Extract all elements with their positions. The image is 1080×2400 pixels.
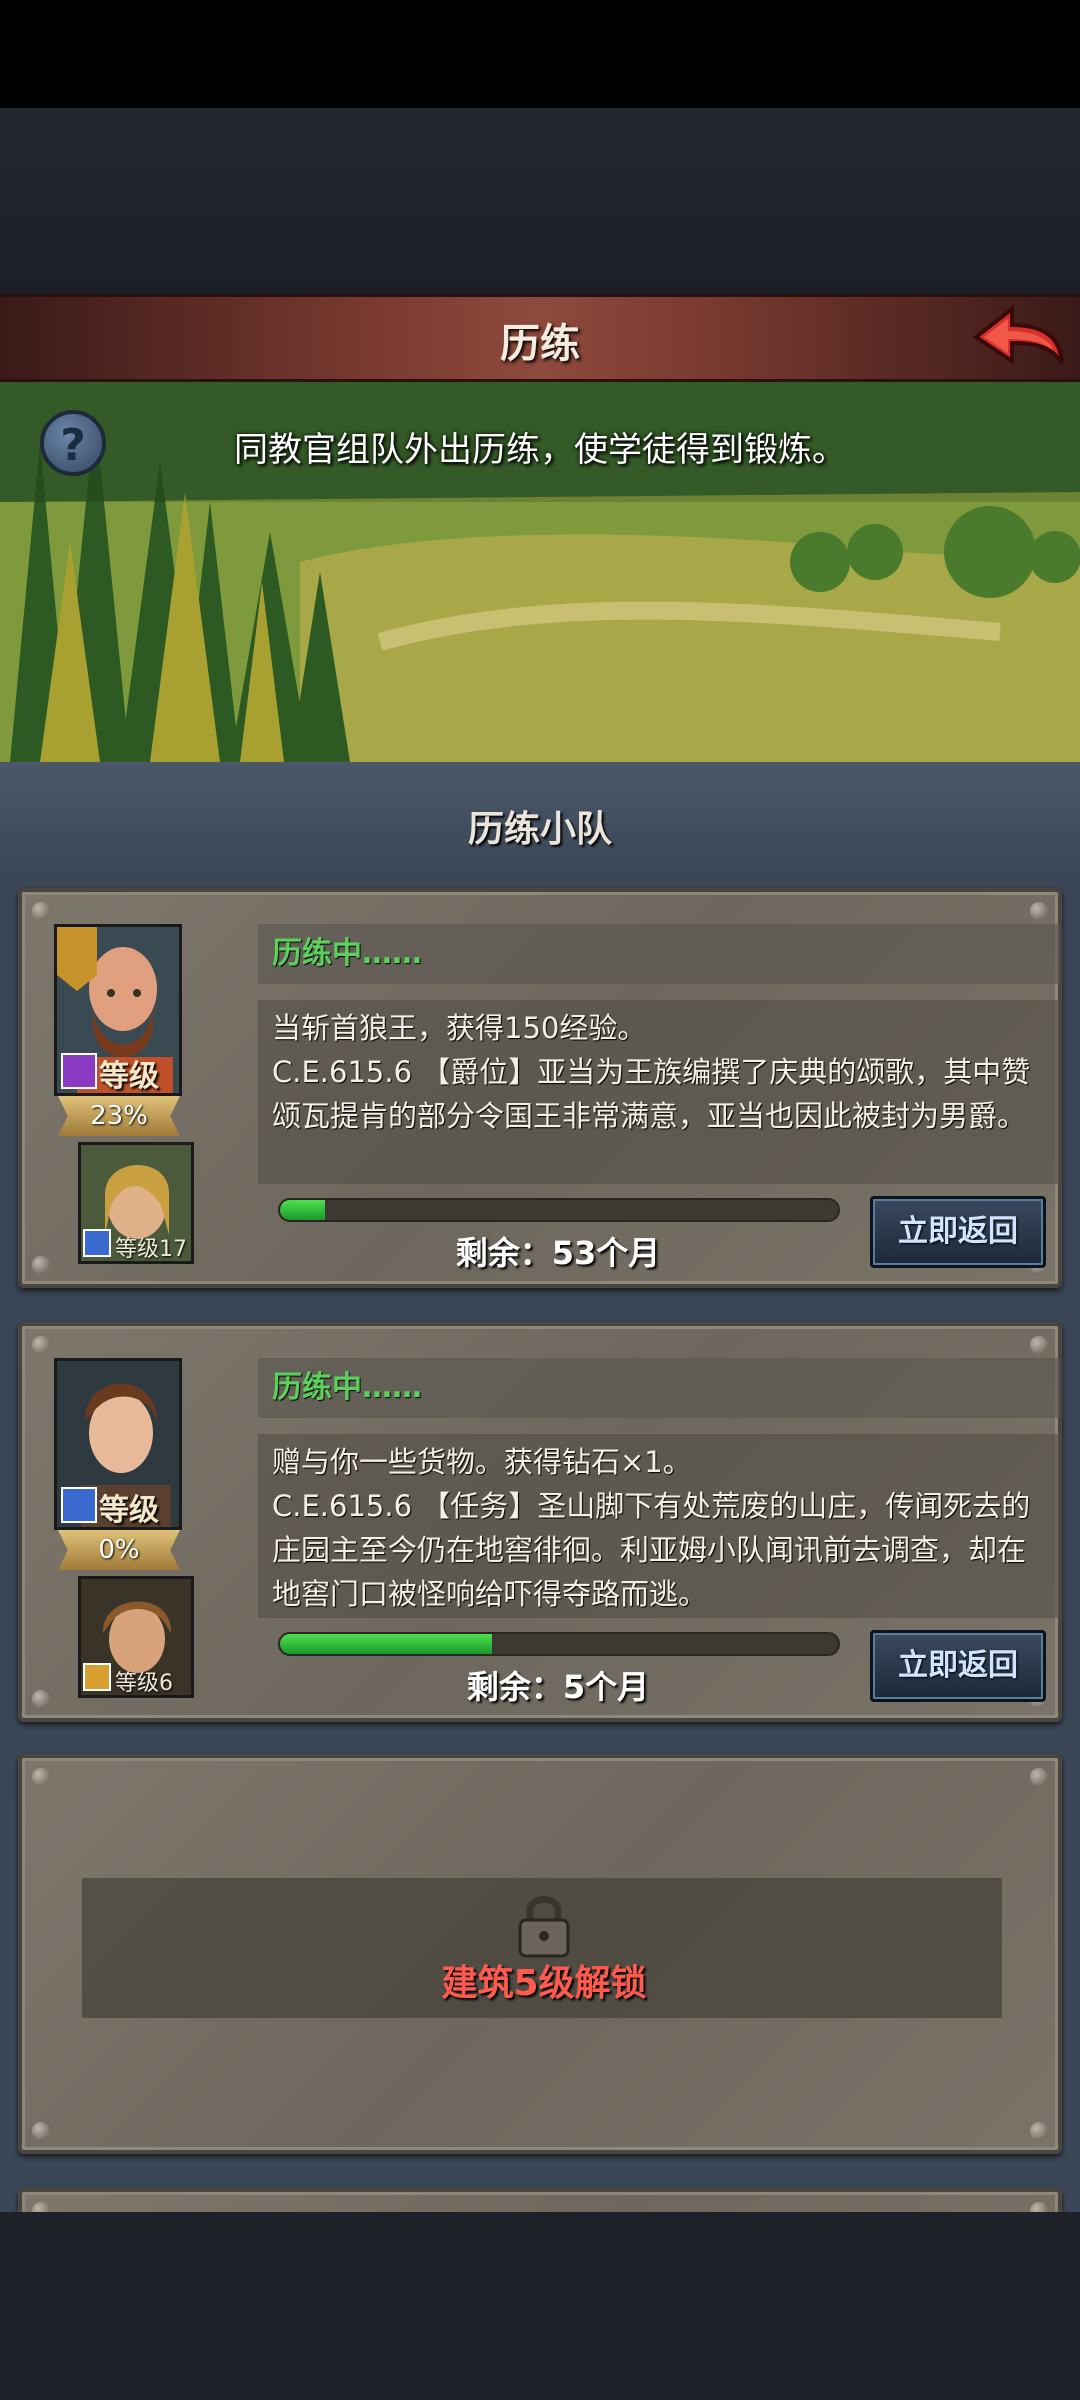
- page-title: 历练: [500, 321, 580, 367]
- padlock-icon: [518, 1896, 570, 1958]
- rivet: [32, 1690, 50, 1708]
- log-event-line: C.E.615.6 【爵位】亚当为王族编撰了庆典的颂歌，其中赞颂瓦提肯的部分令国…: [272, 1055, 1031, 1133]
- rivet: [1030, 1336, 1048, 1354]
- apprentice-level: 等级6: [115, 1671, 173, 1696]
- sword-icon: [61, 1487, 97, 1523]
- banner-description: 同教官组队外出历练，使学徒得到锻炼。: [234, 430, 846, 470]
- team-card-1: 等级26 23% 等级17 历练中…… 当斩首狼王，获得150经验。 C.E.6…: [18, 888, 1062, 1288]
- expedition-log: 赠与你一些货物。获得钻石×1。 C.E.615.6 【任务】圣山脚下有处荒废的山…: [258, 1434, 1060, 1618]
- sword-icon: [83, 1229, 111, 1257]
- remaining-time: 剩余：53个月: [455, 1234, 661, 1272]
- rivet: [1030, 1768, 1048, 1786]
- instructor-portrait[interactable]: 等级22: [54, 1358, 182, 1530]
- expedition-log: 当斩首狼王，获得150经验。 C.E.615.6 【爵位】亚当为王族编撰了庆典的…: [258, 1000, 1060, 1184]
- back-button[interactable]: [968, 303, 1068, 375]
- section-title: 历练小队: [467, 809, 612, 850]
- status-bar-area: [0, 0, 1080, 108]
- expedition-progress-bar: [278, 1198, 840, 1222]
- progress-fill: [280, 1200, 325, 1220]
- log-event-line: C.E.615.6 【任务】圣山脚下有处荒废的山庄，传闻死去的庄园主至今仍在地窖…: [272, 1489, 1031, 1611]
- remaining-time: 剩余：5个月: [466, 1668, 650, 1706]
- instructor-level: 等级26: [99, 1059, 159, 1094]
- staff-icon: [61, 1053, 97, 1089]
- rivet: [32, 902, 50, 920]
- apprentice-portrait[interactable]: 等级6: [78, 1576, 194, 1698]
- rivet: [32, 1768, 50, 1786]
- apprentice-portrait[interactable]: 等级17: [78, 1142, 194, 1264]
- exp-percent-ribbon: 23%: [58, 1096, 180, 1136]
- expedition-status: 历练中……: [258, 924, 1060, 984]
- log-reward-line: 当斩首狼王，获得150经验。: [272, 1011, 647, 1045]
- title-bar: 历练: [0, 294, 1080, 382]
- forest-banner: ? 同教官组队外出历练，使学徒得到锻炼。: [0, 382, 1080, 762]
- rivet: [1030, 902, 1048, 920]
- rivet: [32, 2122, 50, 2140]
- instructor-portrait[interactable]: 等级26: [54, 924, 182, 1096]
- rivet: [1030, 2122, 1048, 2140]
- progress-fill: [280, 1634, 493, 1654]
- apprentice-level: 等级17: [115, 1237, 187, 1262]
- back-arrow-icon: [972, 304, 1064, 365]
- exp-percent-ribbon: 0%: [58, 1530, 180, 1570]
- return-now-button[interactable]: 立即返回: [870, 1196, 1046, 1268]
- top-backdrop: [0, 108, 1080, 294]
- locked-team-slot: 建筑5级解锁: [18, 1754, 1062, 2154]
- rivet: [32, 1336, 50, 1354]
- bottom-bar: [0, 2212, 1080, 2400]
- unlock-requirement: 建筑5级解锁: [441, 1963, 647, 2004]
- instructor-level: 等级22: [99, 1493, 159, 1528]
- log-reward-line: 赠与你一些货物。获得钻石×1。: [272, 1445, 692, 1479]
- expedition-progress-bar: [278, 1632, 840, 1656]
- return-now-button[interactable]: 立即返回: [870, 1630, 1046, 1702]
- shield-icon: [83, 1663, 111, 1691]
- team-card-2: 等级22 0% 等级6 历练中…… 赠与你一些货物。获得钻石×1。 C.E.61…: [18, 1322, 1062, 1722]
- expedition-status: 历练中……: [258, 1358, 1060, 1418]
- rivet: [32, 1256, 50, 1274]
